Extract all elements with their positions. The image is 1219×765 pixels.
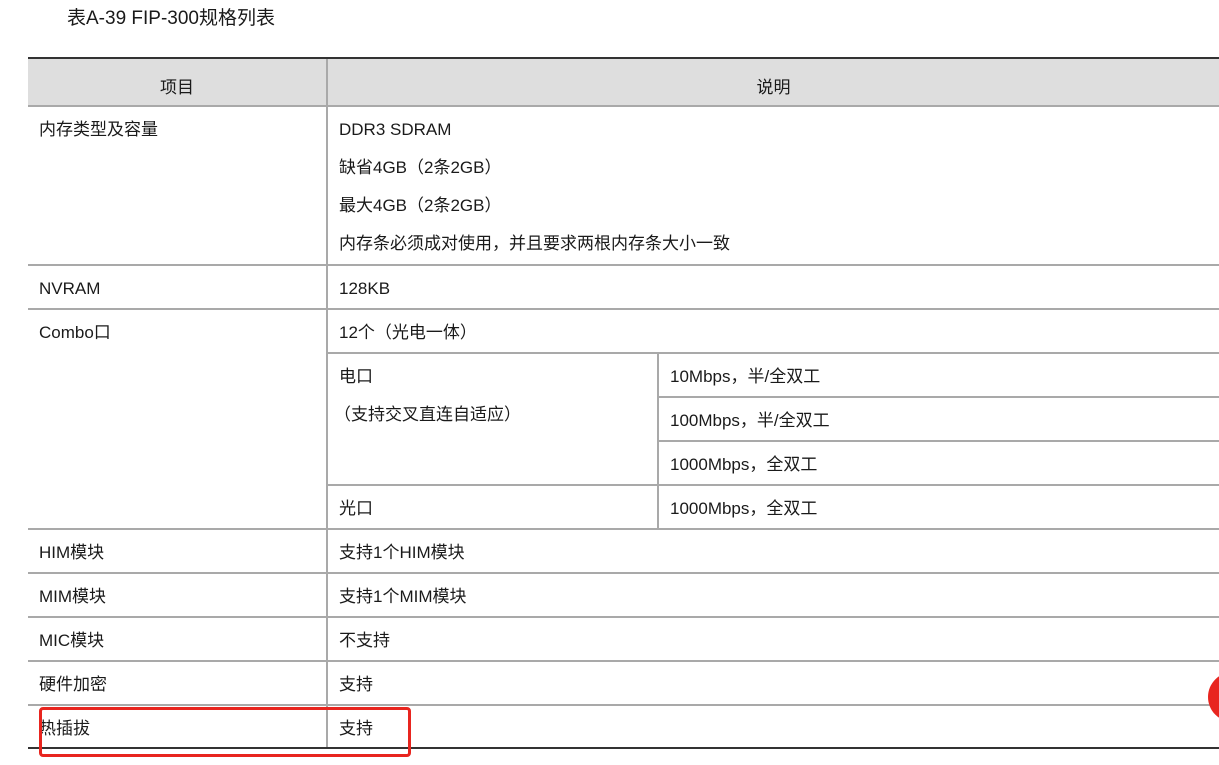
desc-line: 最大4GB（2条2GB） <box>339 196 502 215</box>
desc-cell: 128KB <box>328 266 1219 308</box>
table-row-combo: Combo口 12个（光电一体） 电口 （支持交叉直连自适应） 10Mbps，半… <box>28 310 1219 530</box>
item-label: 硬件加密 <box>39 675 107 694</box>
highlight-annotation-box <box>39 707 411 757</box>
desc-value: 128KB <box>339 279 391 298</box>
table-row-mim: MIM模块 支持1个MIM模块 <box>28 574 1219 618</box>
item-cell: 内存类型及容量 <box>28 107 328 264</box>
combo-sub-divider <box>659 440 1219 442</box>
combo-electric-note: （支持交叉直连自适应） <box>334 405 521 424</box>
header-desc-label: 说明 <box>756 78 791 97</box>
header-desc-cell: 说明 <box>328 59 1219 105</box>
combo-electric-label: 电口 <box>339 367 373 386</box>
desc-cell: 不支持 <box>328 618 1219 660</box>
item-label: 内存类型及容量 <box>39 120 158 139</box>
combo-electric-value: 1000Mbps，全双工 <box>670 455 818 474</box>
memory-desc-lines: DDR3 SDRAM 缺省4GB（2条2GB） 最大4GB（2条2GB） 内存条… <box>339 120 730 272</box>
item-cell: MIM模块 <box>28 574 328 616</box>
item-cell: HIM模块 <box>28 530 328 572</box>
item-cell: MIC模块 <box>28 618 328 660</box>
desc-cell: 支持1个MIM模块 <box>328 574 1219 616</box>
combo-sub-divider <box>328 352 1219 354</box>
combo-electric-value: 10Mbps，半/全双工 <box>670 367 821 386</box>
desc-value: 支持1个MIM模块 <box>339 587 467 606</box>
desc-cell: 支持 <box>328 662 1219 704</box>
combo-optical-value: 1000Mbps，全双工 <box>670 499 818 518</box>
table-row-hw-encryption: 硬件加密 支持 <box>28 662 1219 706</box>
combo-optical-label: 光口 <box>339 499 373 518</box>
combo-sub-divider <box>328 484 1219 486</box>
table-caption: 表A-39 FIP-300规格列表 <box>67 8 275 29</box>
desc-cell: 支持1个HIM模块 <box>328 530 1219 572</box>
desc-value: 12个（光电一体） <box>339 323 477 342</box>
combo-sub-divider <box>659 396 1219 398</box>
desc-value: 不支持 <box>339 631 390 650</box>
header-item-cell: 项目 <box>28 59 328 105</box>
item-label: HIM模块 <box>39 543 105 562</box>
desc-value: 支持 <box>339 675 373 694</box>
spec-table: 项目 说明 内存类型及容量 DDR3 SDRAM 缺省4GB（2条2GB） 最大… <box>28 57 1219 749</box>
item-label: NVRAM <box>39 279 101 298</box>
table-row-mic: MIC模块 不支持 <box>28 618 1219 662</box>
item-cell: NVRAM <box>28 266 328 308</box>
table-row-memory: 内存类型及容量 DDR3 SDRAM 缺省4GB（2条2GB） 最大4GB（2条… <box>28 107 1219 266</box>
item-cell: 硬件加密 <box>28 662 328 704</box>
desc-cell: 12个（光电一体） 电口 （支持交叉直连自适应） 10Mbps，半/全双工 10… <box>328 310 1219 528</box>
desc-cell: 支持 <box>328 706 1219 747</box>
table-row-nvram: NVRAM 128KB <box>28 266 1219 310</box>
combo-electric-value: 100Mbps，半/全双工 <box>670 411 830 430</box>
desc-line: DDR3 SDRAM <box>339 120 452 139</box>
table-header-row: 项目 说明 <box>28 59 1219 107</box>
desc-cell: DDR3 SDRAM 缺省4GB（2条2GB） 最大4GB（2条2GB） 内存条… <box>328 107 1219 264</box>
desc-value: 支持1个HIM模块 <box>339 543 465 562</box>
item-label: MIM模块 <box>39 587 107 606</box>
item-label: MIC模块 <box>39 631 105 650</box>
item-cell: Combo口 <box>28 310 328 528</box>
table-row-him: HIM模块 支持1个HIM模块 <box>28 530 1219 574</box>
desc-line: 缺省4GB（2条2GB） <box>339 158 502 177</box>
item-label: Combo口 <box>39 323 111 342</box>
header-item-label: 项目 <box>160 78 194 97</box>
